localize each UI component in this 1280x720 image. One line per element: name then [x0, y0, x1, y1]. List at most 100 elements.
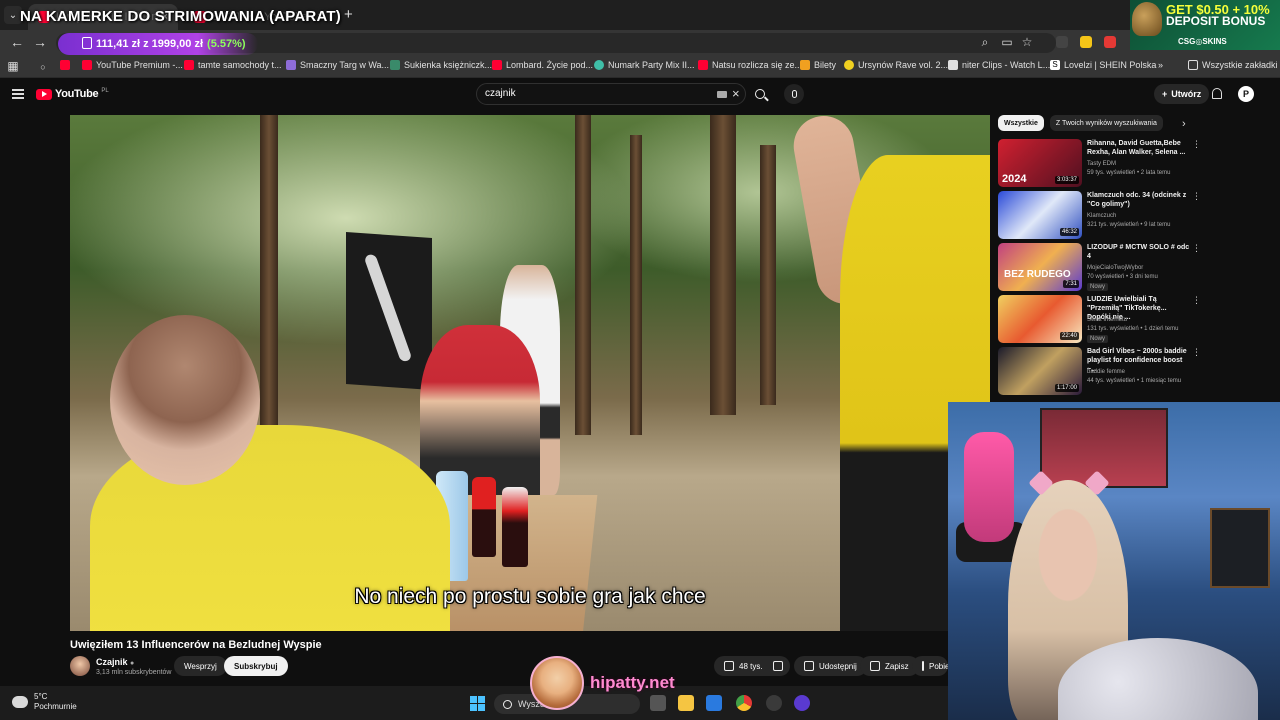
recommendation-title: Rihanna, David Guetta,Bebe Rexha, Alan W…	[1087, 140, 1186, 156]
bookmark-item[interactable]: tamte samochody t...	[184, 60, 282, 70]
clear-search-icon[interactable]: ×	[732, 86, 740, 101]
more-options-icon[interactable]: ⋮	[1192, 295, 1201, 306]
forward-icon[interactable]: →	[33, 34, 47, 50]
support-button[interactable]: Wesprzyj	[174, 656, 227, 676]
recommendation-item[interactable]: 46:32 Klamczuch odc. 34 (odcinek z "Co g…	[998, 191, 1201, 241]
bookmark-item[interactable]	[60, 60, 70, 70]
bookmark-item[interactable]: Natsu rozlicza się ze...	[698, 60, 802, 70]
bookmark-icon[interactable]: ○	[36, 60, 50, 74]
all-bookmarks-folder[interactable]: Wszystkie zakładki	[1188, 60, 1278, 70]
chrome-icon[interactable]	[736, 695, 752, 711]
zoom-icon[interactable]: ⌕	[978, 35, 992, 49]
person-head	[110, 315, 260, 485]
video-title: Uwięziłem 13 Influencerów na Bezludnej W…	[70, 639, 322, 651]
back-icon[interactable]: ←	[10, 34, 24, 50]
download-icon	[922, 661, 924, 671]
dislike-button[interactable]	[766, 656, 790, 676]
bookmark-item[interactable]: Smaczny Targ w Wa...	[286, 60, 389, 70]
bookmarks-more-button[interactable]: »	[1158, 60, 1163, 70]
like-button[interactable]: 48 tys.	[714, 656, 773, 676]
account-avatar[interactable]: P	[1238, 86, 1254, 102]
video-thumbnail: BEZ RUDEGO 7:31	[998, 243, 1082, 291]
more-options-icon[interactable]: ⋮	[1192, 243, 1201, 254]
install-app-icon[interactable]: ▭	[1000, 35, 1014, 49]
app-icon[interactable]	[766, 695, 782, 711]
recommendation-title: Klamczuch odc. 34 (odcinek z "Co golimy"…	[1087, 192, 1187, 208]
more-options-icon[interactable]: ⋮	[1192, 139, 1201, 150]
book-icon	[82, 37, 92, 49]
keyboard-icon[interactable]	[717, 91, 727, 98]
more-options-icon[interactable]: ⋮	[1192, 347, 1201, 358]
filter-chips: Wszystkie Z Twoich wyników wyszukiwania	[998, 115, 1163, 133]
download-button[interactable]: Pobierz	[912, 656, 948, 676]
recommendation-item[interactable]: 2024 3:03:37 Rihanna, David Guetta,Bebe R…	[998, 139, 1201, 189]
menu-icon[interactable]	[12, 89, 24, 99]
tree-trunk	[710, 115, 736, 415]
ad-character-image	[1132, 2, 1162, 36]
stream-watermark: hipatty.net	[530, 656, 675, 710]
bookmark-item[interactable]: niter Clips - Watch L...	[948, 60, 1050, 70]
extension-icon[interactable]	[1104, 36, 1116, 48]
share-button[interactable]: Udostępnij	[794, 656, 867, 676]
tree-trunk	[630, 135, 642, 435]
csgo-skins-ad[interactable]: GET $0.50 + 10% DEPOSIT BONUS CSG◎SKINS	[1130, 0, 1280, 50]
chip-all[interactable]: Wszystkie	[998, 115, 1044, 131]
bookmark-item[interactable]: Numark Party Mix II...	[594, 60, 695, 70]
bookmark-item[interactable]: Ursynów Rave vol. 2...	[844, 60, 948, 70]
weather-condition: Pochmurnie	[34, 702, 77, 711]
notifications-bell-icon[interactable]	[1212, 88, 1222, 99]
ad-line-2: DEPOSIT BONUS	[1166, 14, 1266, 28]
youtube-logo[interactable]: YouTube PL	[36, 88, 109, 100]
video-player[interactable]: No niech po prostu sobie gra jak chce	[70, 115, 990, 631]
windows-taskbar: 5°C Pochmurnie Wyszukaj	[0, 686, 948, 720]
new-tab-button[interactable]: +	[344, 6, 353, 23]
subscribe-button[interactable]: Subskrybuj	[224, 656, 288, 676]
bookmark-item[interactable]: YouTube Premium -...	[82, 60, 183, 70]
app-icon[interactable]	[794, 695, 810, 711]
cat-ear-headphones	[1024, 470, 1114, 496]
chip-from-search[interactable]: Z Twoich wyników wyszukiwania	[1049, 115, 1163, 131]
pink-microphone	[964, 432, 1014, 542]
extension-icon[interactable]	[1080, 36, 1092, 48]
temperature: 5°C	[34, 692, 48, 701]
youtube-icon	[492, 60, 502, 70]
folder-icon	[1188, 60, 1198, 70]
search-button[interactable]	[746, 83, 774, 105]
search-input[interactable]: czajnik ×	[476, 83, 746, 105]
bookmark-star-icon[interactable]: ☆	[1020, 35, 1034, 49]
weather-widget[interactable]: 5°C Pochmurnie	[12, 692, 77, 712]
save-button[interactable]: Zapisz	[860, 656, 919, 676]
streamer-webcam	[948, 402, 1280, 720]
ad-brand: CSG◎SKINS	[1178, 37, 1227, 46]
create-button[interactable]: + Utwórz	[1154, 84, 1210, 104]
bookmark-item[interactable]: Bilety	[800, 60, 836, 70]
recommendation-item[interactable]: BEZ RUDEGO 7:31 LIZODUP # MCTW SOLO # odc…	[998, 243, 1201, 293]
windows-start-icon[interactable]	[470, 696, 485, 711]
share-icon	[804, 661, 814, 671]
bookmark-item[interactable]: Lombard. Życie pod...	[492, 60, 593, 70]
store-icon[interactable]	[706, 695, 722, 711]
extension-icon[interactable]	[1056, 36, 1068, 48]
price-tracker-extension[interactable]: 111,41 zł z 1999,00 zł (5.57%)	[58, 33, 258, 55]
recommendation-channel: baddie femme	[1087, 369, 1126, 375]
channel-avatar[interactable]	[70, 656, 90, 676]
video-thumbnail: 46:32	[998, 191, 1082, 239]
youtube-icon	[698, 60, 708, 70]
site-icon	[800, 60, 810, 70]
stream-overlay-title: NA KAMERKE DO STRIMOWANIA (APARAT)	[20, 8, 341, 25]
price-percent: (5.57%)	[207, 38, 246, 50]
more-options-icon[interactable]: ⋮	[1192, 191, 1201, 202]
bookmark-item[interactable]: S Lovelzi | SHEIN Polska	[1050, 60, 1156, 70]
apps-grid-icon[interactable]: ▦	[6, 59, 20, 73]
bookmark-item[interactable]: Sukienka księżniczk...	[390, 60, 492, 70]
site-icon	[286, 60, 296, 70]
recommendation-meta: 131 tys. wyświetleń • 1 dzień temu	[1087, 326, 1179, 332]
voice-search-button[interactable]	[784, 84, 804, 104]
chevron-right-icon[interactable]: ›	[1182, 118, 1186, 130]
file-explorer-icon[interactable]	[678, 695, 694, 711]
thumbs-up-icon	[724, 661, 734, 671]
save-playlist-icon	[870, 661, 880, 671]
channel-name[interactable]: Czajnik ●	[96, 657, 134, 667]
recommendation-item[interactable]: 1:17:00 Bad Girl Vibes ~ 2000s baddie pl…	[998, 347, 1201, 397]
recommendation-item[interactable]: 22:40 LUDZIE Uwielbiali Tą "Przemiłą" Ti…	[998, 295, 1201, 345]
